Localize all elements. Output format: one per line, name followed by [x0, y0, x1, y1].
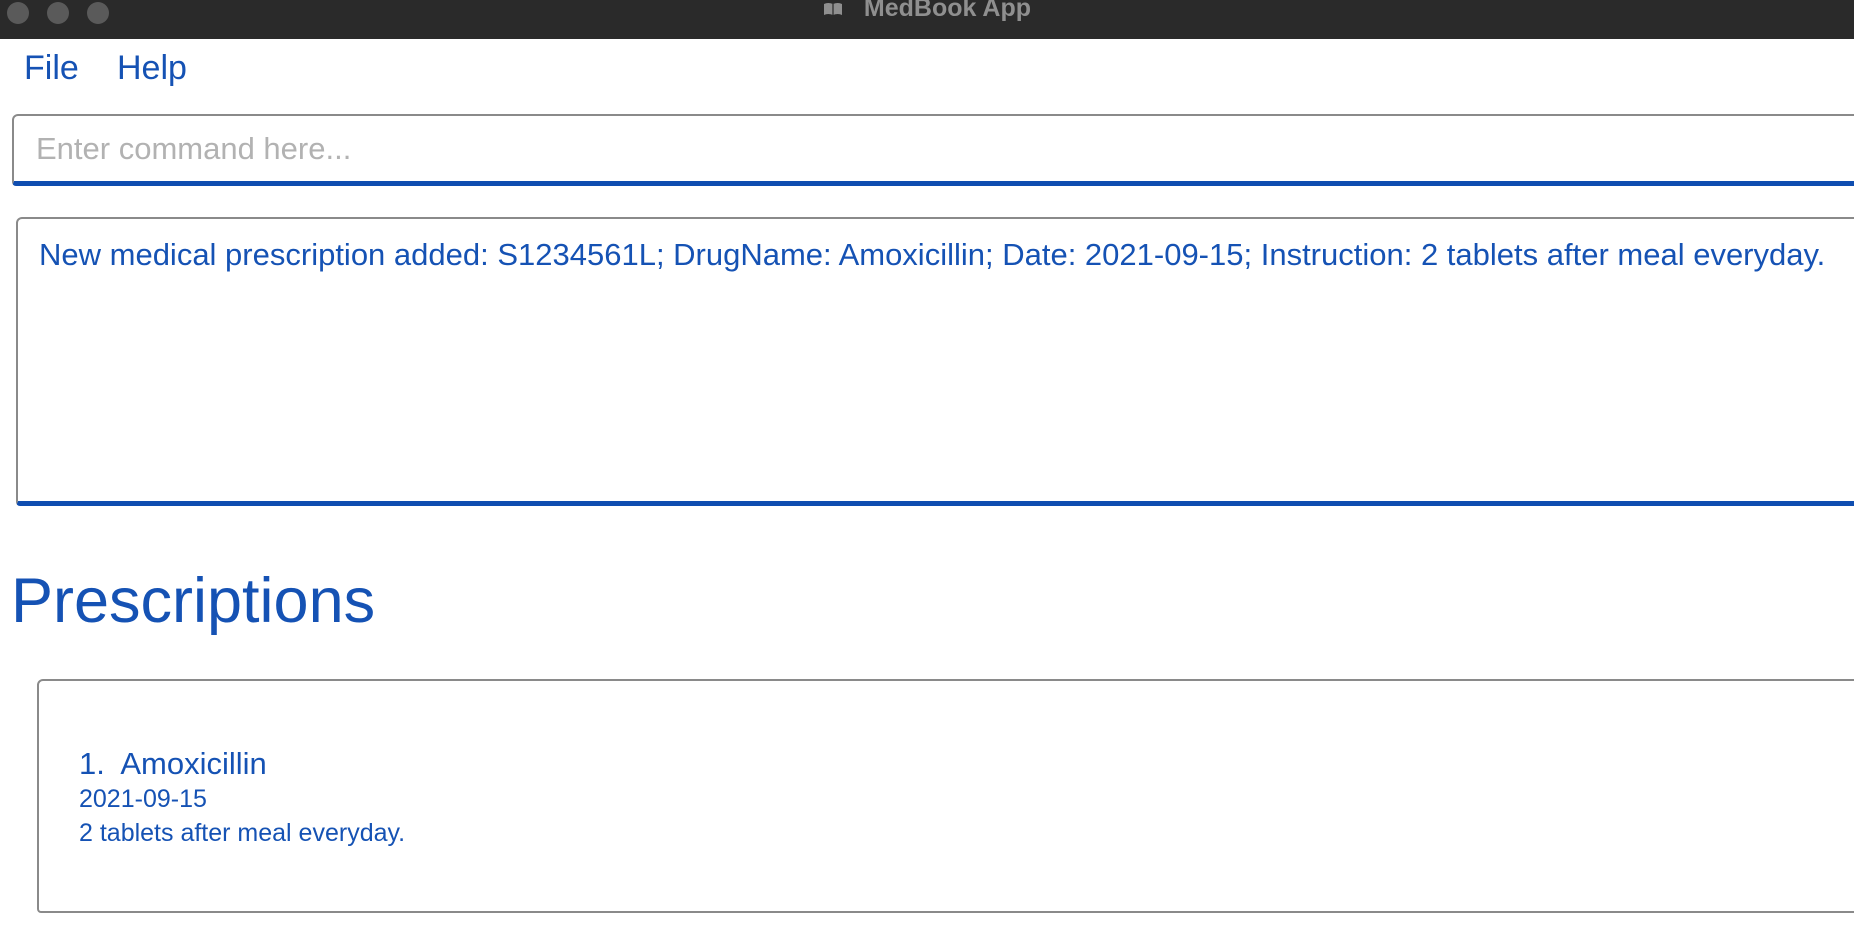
prescription-drug-name: Amoxicillin: [120, 746, 267, 781]
window-title-bar[interactable]: MedBook App: [0, 0, 1854, 40]
medbook-app-window: MedBook App File Help New medical prescr…: [0, 0, 1854, 944]
command-input[interactable]: [36, 128, 1736, 170]
result-message: New medical prescription added: S1234561…: [39, 237, 1826, 272]
prescription-date: 2021-09-15: [79, 785, 207, 813]
command-box: [12, 114, 1854, 186]
prescription-title: 1. Amoxicillin: [79, 746, 267, 782]
menu-file[interactable]: File: [24, 49, 79, 88]
prescription-instruction: 2 tablets after meal everyday.: [79, 819, 406, 847]
result-display[interactable]: New medical prescription added: S1234561…: [16, 217, 1854, 506]
prescriptions-heading: Prescriptions: [11, 566, 376, 636]
book-icon: [823, 3, 842, 16]
prescription-card[interactable]: 1. Amoxicillin 2021-09-15 2 tablets afte…: [37, 679, 1854, 913]
window-title: MedBook App: [0, 0, 1854, 23]
window-title-text: MedBook App: [863, 0, 1032, 22]
menu-bar: File Help: [0, 39, 1854, 103]
prescription-index: 1.: [79, 746, 105, 781]
menu-help[interactable]: Help: [117, 49, 187, 88]
